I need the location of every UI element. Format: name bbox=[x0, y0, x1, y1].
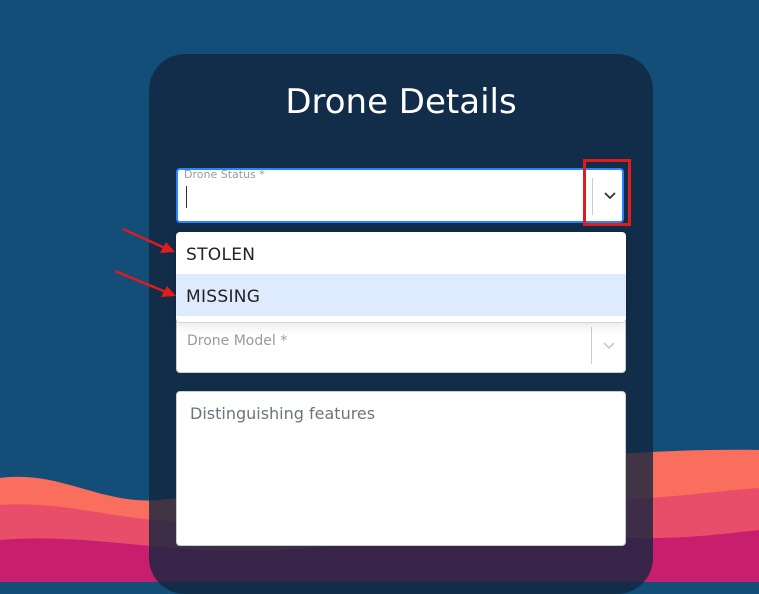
drone-model-select[interactable]: Drone Model * bbox=[176, 318, 626, 373]
option-stolen[interactable]: STOLEN bbox=[176, 232, 626, 274]
drone-status-select[interactable]: Drone Status * bbox=[176, 168, 624, 223]
option-missing[interactable]: MISSING bbox=[176, 274, 626, 316]
indicator-separator bbox=[591, 327, 592, 364]
drone-model-placeholder: Drone Model * bbox=[187, 333, 288, 349]
drone-status-label: Drone Status * bbox=[184, 168, 265, 181]
annotation-highlight-box bbox=[583, 159, 631, 226]
distinguishing-features-textarea[interactable] bbox=[176, 391, 626, 546]
chevron-down-icon[interactable] bbox=[598, 333, 620, 359]
text-cursor bbox=[186, 186, 187, 208]
page-title: Drone Details bbox=[285, 82, 517, 122]
drone-status-menu: STOLEN MISSING bbox=[176, 232, 626, 322]
